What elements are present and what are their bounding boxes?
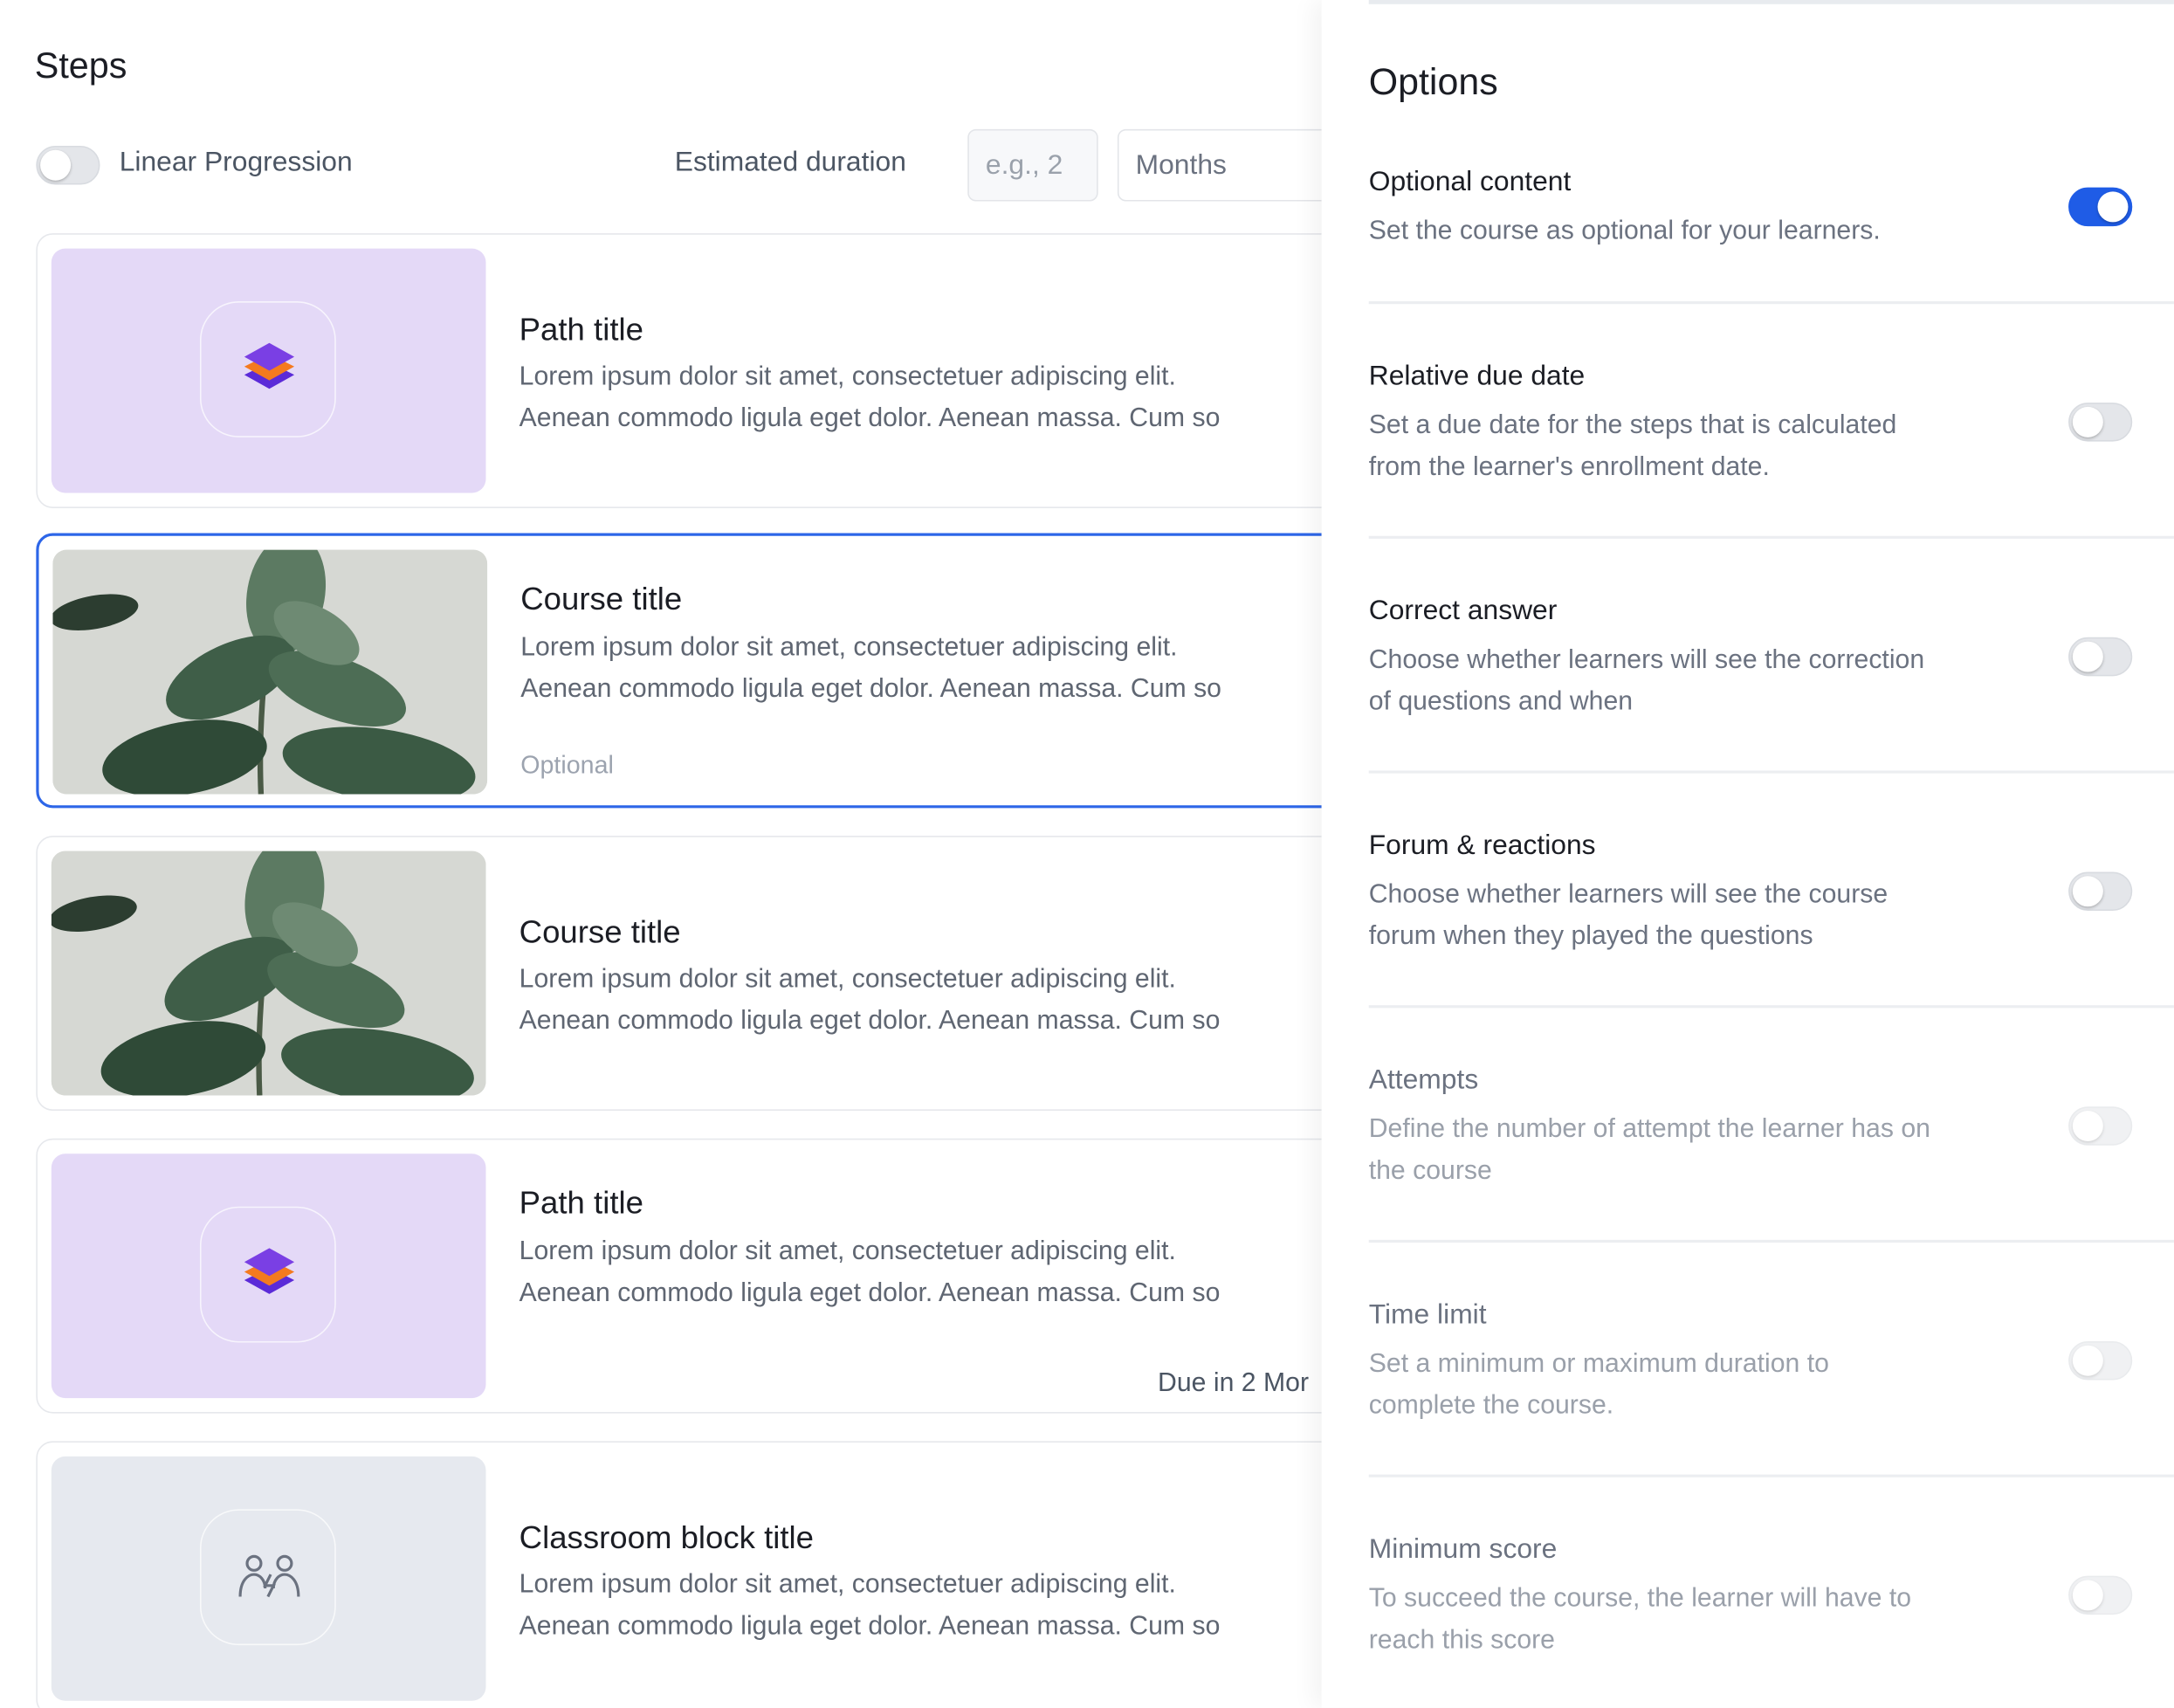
estimated-duration-label: Estimated duration [674, 147, 906, 178]
card-description: Lorem ipsum dolor sit amet, consectetuer… [519, 362, 1176, 392]
options-panel: Options Optional content Set the course … [1321, 0, 2174, 1708]
layers-icon [199, 301, 336, 437]
option-description: the course [1368, 1156, 1492, 1186]
forum-reactions-toggle[interactable] [2068, 871, 2133, 912]
option-title: Time limit [1368, 1299, 1487, 1331]
divider [1368, 1239, 2174, 1243]
step-card-course[interactable]: Course title Lorem ipsum dolor sit amet,… [36, 836, 1322, 1111]
option-description: from the learner's enrollment date. [1368, 452, 1770, 482]
people-icon [199, 1509, 336, 1646]
options-title: Options [1368, 60, 1498, 103]
plant-photo-icon [52, 549, 488, 795]
steps-panel: Steps Linear Progression Estimated durat… [0, 0, 1322, 1708]
attempts-toggle[interactable] [2068, 1106, 2133, 1146]
layers-icon [199, 1206, 336, 1343]
option-description: forum when they played the questions [1368, 921, 1813, 952]
card-description: Aenean commodo ligula eget dolor. Aenean… [519, 1006, 1221, 1037]
divider [1368, 535, 2174, 539]
option-description: Choose whether learners will see the cor… [1368, 645, 1925, 675]
path-thumbnail [51, 248, 486, 493]
step-card-path[interactable]: Path title Lorem ipsum dolor sit amet, c… [36, 233, 1322, 508]
option-description: Set the course as optional for your lear… [1368, 217, 1881, 246]
card-title: Path title [519, 311, 643, 348]
card-description: Lorem ipsum dolor sit amet, consectetuer… [519, 965, 1176, 995]
card-description: Aenean commodo ligula eget dolor. Aenean… [519, 1278, 1221, 1308]
card-title: Path title [519, 1184, 643, 1221]
divider [1368, 0, 2174, 4]
course-thumbnail [51, 851, 486, 1096]
option-title: Attempts [1368, 1064, 1479, 1096]
plant-photo-icon [51, 851, 486, 1096]
course-thumbnail [52, 549, 488, 795]
option-title: Relative due date [1368, 361, 1586, 392]
option-title: Optional content [1368, 166, 1572, 197]
divider [1368, 301, 2174, 305]
divider [1368, 770, 2174, 774]
card-title: Course title [520, 580, 683, 616]
optional-tag: Optional [520, 751, 614, 779]
relative-due-date-toggle[interactable] [2068, 403, 2133, 442]
duration-input[interactable]: e.g., 2 [967, 128, 1098, 202]
card-title: Course title [519, 913, 681, 950]
option-title: Minimum score [1368, 1533, 1558, 1565]
correct-answer-toggle[interactable] [2068, 637, 2133, 677]
card-description: Aenean commodo ligula eget dolor. Aenean… [519, 1611, 1221, 1642]
option-description: reach this score [1368, 1625, 1555, 1656]
option-description: of questions and when [1368, 687, 1634, 717]
option-title: Correct answer [1368, 596, 1558, 627]
duration-unit-select[interactable]: Months [1117, 128, 1322, 202]
card-title: Classroom block title [519, 1519, 815, 1555]
linear-progression-label: Linear Progression [119, 147, 353, 178]
divider [1368, 1474, 2174, 1477]
card-description: Aenean commodo ligula eget dolor. Aenean… [519, 403, 1221, 434]
time-limit-toggle[interactable] [2068, 1340, 2133, 1381]
card-description: Lorem ipsum dolor sit amet, consectetuer… [519, 1236, 1176, 1267]
option-description: Choose whether learners will see the cou… [1368, 880, 1888, 910]
option-description: To succeed the course, the learner will … [1368, 1584, 1912, 1614]
minimum-score-toggle[interactable] [2068, 1575, 2133, 1615]
option-description: Set a minimum or maximum duration to [1368, 1349, 1829, 1379]
path-thumbnail [51, 1154, 486, 1399]
classroom-thumbnail [51, 1456, 486, 1701]
option-title: Forum & reactions [1368, 830, 1596, 861]
card-description: Lorem ipsum dolor sit amet, consectetuer… [520, 633, 1178, 663]
card-description: Aenean commodo ligula eget dolor. Aenean… [520, 674, 1222, 705]
card-description: Lorem ipsum dolor sit amet, consectetuer… [519, 1570, 1176, 1600]
steps-title: Steps [34, 44, 127, 86]
option-description: Set a due date for the steps that is cal… [1368, 410, 1897, 441]
linear-progression-toggle[interactable] [36, 145, 100, 185]
step-card-path[interactable]: Path title Lorem ipsum dolor sit amet, c… [36, 1138, 1322, 1414]
option-description: Define the number of attempt the learner… [1368, 1114, 1930, 1145]
step-card-classroom[interactable]: Classroom block title Lorem ipsum dolor … [36, 1441, 1322, 1708]
divider [1368, 1005, 2174, 1009]
step-card-course-selected[interactable]: Course title Lorem ipsum dolor sit amet,… [36, 533, 1322, 809]
due-date-label: Due in 2 Mor [1158, 1368, 1310, 1399]
option-description: complete the course. [1368, 1391, 1614, 1421]
optional-content-toggle[interactable] [2068, 187, 2133, 227]
